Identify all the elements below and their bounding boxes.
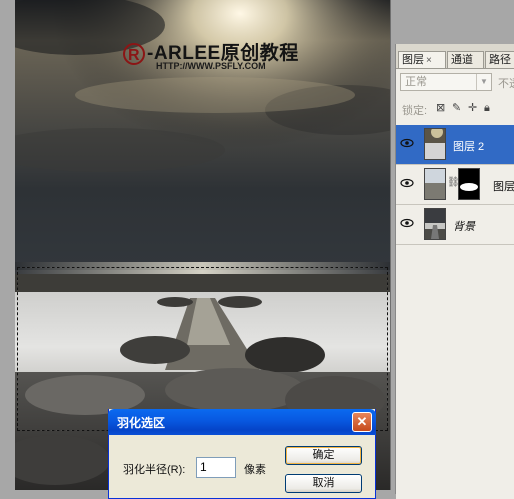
- panel-tabs: 图层 × 通道 路径: [396, 51, 514, 68]
- layer-row-layer-2[interactable]: 图层 2: [396, 125, 514, 165]
- visibility-eye-icon[interactable]: [400, 137, 414, 149]
- lock-label: 锁定:: [402, 105, 428, 117]
- watermark-url: HTTP://WWW.PSFLY.COM: [156, 61, 266, 71]
- lock-position-move-icon[interactable]: ✛: [468, 102, 479, 113]
- tab-layers-label: 图层: [402, 54, 424, 66]
- layer-name: 图层: [493, 181, 514, 193]
- dialog-titlebar[interactable]: 羽化选区 ✕: [108, 409, 376, 435]
- layer-name: 图层 2: [453, 141, 485, 153]
- registered-logo-icon: R: [123, 42, 145, 65]
- feather-radius-label: 羽化半径(R):: [123, 464, 186, 476]
- unit-label: 像素: [244, 464, 266, 476]
- opacity-label: 不透: [498, 78, 514, 90]
- layer-thumbnail: [424, 128, 446, 160]
- cancel-button[interactable]: 取消: [285, 474, 362, 493]
- lock-all-padlock-icon[interactable]: 🔒︎: [484, 102, 495, 113]
- tab-channels[interactable]: 通道: [447, 51, 484, 68]
- feather-radius-input[interactable]: 1: [196, 457, 236, 478]
- visibility-eye-icon[interactable]: [400, 217, 414, 229]
- ok-button[interactable]: 确定: [285, 446, 362, 465]
- layer-mask-thumbnail[interactable]: [458, 168, 480, 200]
- layer-thumbnail: [424, 208, 446, 240]
- visibility-eye-icon[interactable]: [400, 177, 414, 189]
- blend-mode-select[interactable]: 正常 ▼: [400, 73, 492, 91]
- layer-thumbnail: [424, 168, 446, 200]
- blend-mode-value: 正常: [405, 76, 427, 88]
- dialog-title: 羽化选区: [117, 416, 166, 430]
- layer-row-background[interactable]: 背景: [396, 205, 514, 245]
- layer-row-layer-1[interactable]: ⛓ 图层: [396, 165, 514, 205]
- tab-close-icon[interactable]: ×: [426, 55, 432, 66]
- tab-paths[interactable]: 路径: [485, 51, 514, 68]
- lock-transparency-icon[interactable]: ⊠: [436, 102, 447, 113]
- layers-panel-body: 正常 ▼ 不透 锁定: ⊠ ✎ ✛ 🔒︎ 图层 2 ⛓: [396, 68, 514, 499]
- chevron-down-icon[interactable]: ▼: [476, 74, 491, 90]
- close-icon[interactable]: ✕: [352, 412, 372, 432]
- feather-selection-dialog: 羽化选区 ✕ 羽化半径(R): 1 像素 确定 取消: [108, 409, 376, 499]
- lock-pixels-brush-icon[interactable]: ✎: [452, 102, 463, 113]
- tab-layers[interactable]: 图层 ×: [398, 51, 446, 68]
- layers-panel: 图层× 通道 路径 正常 ▼ 不透 锁定: ⊠ ✎ ✛ 🔒︎ 图层 2: [395, 44, 514, 499]
- layer-name: 背景: [453, 221, 475, 233]
- marquee-selection[interactable]: [17, 267, 388, 431]
